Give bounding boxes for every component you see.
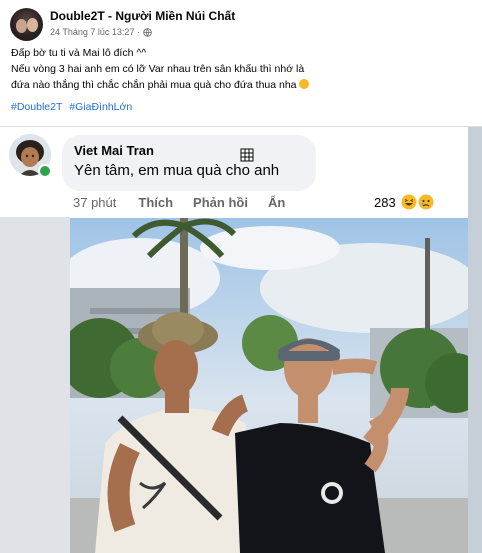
photo-illustration <box>70 218 468 553</box>
grid-icon <box>240 148 254 162</box>
caption-line-1: Đấp bờ tu ti và Mai lô đích ^^ <box>11 47 147 59</box>
comment-time[interactable]: 37 phút <box>73 195 116 210</box>
caption-line-2: Nếu vòng 3 hai anh em có lỡ Var nhau trê… <box>11 63 305 75</box>
reaction-count: 283 <box>374 194 396 210</box>
haha-icon <box>401 194 417 210</box>
post-timestamp[interactable]: 24 Tháng 7 lúc 13:27 · <box>50 27 140 37</box>
globe-icon[interactable] <box>143 27 152 37</box>
page-name-link[interactable]: Double2T - Người Miền Núi Chất <box>50 9 235 23</box>
hashtag-list: #Double2T #GiaĐìnhLớn <box>11 101 136 113</box>
post-header: Double2T - Người Miền Núi Chất 24 Tháng … <box>0 0 482 126</box>
comment-bubble: Viet Mai Tran Yên tâm, em mua quà cho an… <box>62 135 316 191</box>
hashtag-double2t[interactable]: #Double2T <box>11 101 62 113</box>
reaction-summary[interactable]: 283 <box>374 193 434 211</box>
post-photo[interactable] <box>70 218 468 553</box>
post-caption: Đấp bờ tu ti và Mai lô đích ^^ Nếu vòng … <box>11 45 473 93</box>
commenter-name[interactable]: Viet Mai Tran <box>74 143 154 158</box>
caption-line-3-wrap: đứa nào thắng thì chắc chắn phải mua quà… <box>11 77 473 93</box>
caption-line-3: đứa nào thắng thì chắc chắn phải mua quà… <box>11 79 297 91</box>
laughing-emoji-icon <box>298 79 309 89</box>
hide-button[interactable]: Ẩn <box>268 195 285 210</box>
online-status-dot <box>38 164 52 178</box>
post-meta: 24 Tháng 7 lúc 13:27 · <box>50 27 152 37</box>
sad-icon <box>418 194 434 210</box>
comment-text: Yên tâm, em mua quà cho anh <box>74 162 280 179</box>
hashtag-giadinhlon[interactable]: #GiaĐìnhLớn <box>69 101 132 113</box>
comment-panel: Viet Mai Tran Yên tâm, em mua quà cho an… <box>0 127 444 217</box>
reply-button[interactable]: Phản hồi <box>193 195 248 210</box>
comment-actions: 37 phút Thích Phản hồi Ẩn <box>73 193 305 211</box>
right-backdrop <box>468 127 482 553</box>
like-button[interactable]: Thích <box>138 195 173 210</box>
page-avatar[interactable] <box>10 8 43 41</box>
